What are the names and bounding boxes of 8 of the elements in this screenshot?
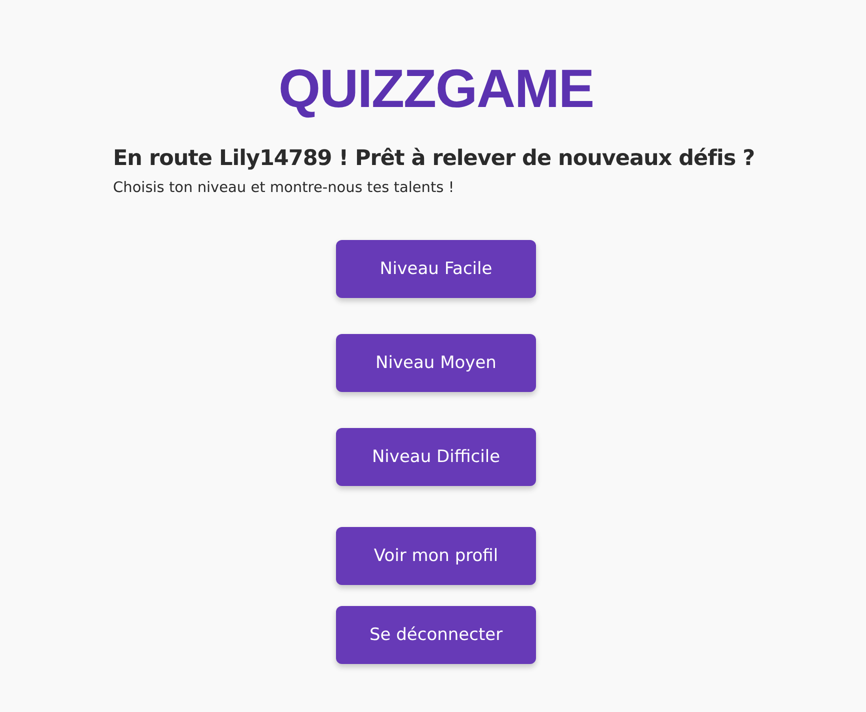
level-button[interactable]: Niveau Difficile [336, 428, 536, 486]
account-button[interactable]: Voir mon profil [336, 527, 536, 585]
subtitle-text: Choisis ton niveau et montre-nous tes talents ! [113, 179, 456, 198]
greeting-heading: En route Lily14789 ! Prêt à relever de nouveaux défis ? [113, 145, 755, 173]
level-button[interactable]: Niveau Moyen [336, 334, 536, 392]
account-button[interactable]: Se déconnecter [336, 606, 536, 664]
logo: QUIZZGAME [278, 58, 594, 120]
level-button[interactable]: Niveau Facile [336, 240, 536, 298]
